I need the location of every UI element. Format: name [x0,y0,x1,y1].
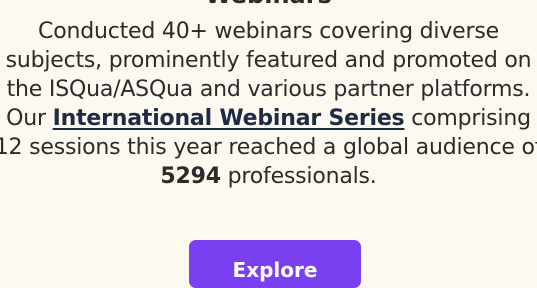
section-heading: Webinars [0,0,537,8]
explore-button[interactable]: Explore [189,240,361,288]
explore-button-label: Explore [232,258,318,282]
audience-count: 5294 [160,164,221,189]
international-webinar-series-link[interactable]: International Webinar Series [53,106,405,131]
description-text-end: professionals. [220,164,377,189]
webinar-description: Conducted 40+ webinars covering diverse … [0,17,537,191]
